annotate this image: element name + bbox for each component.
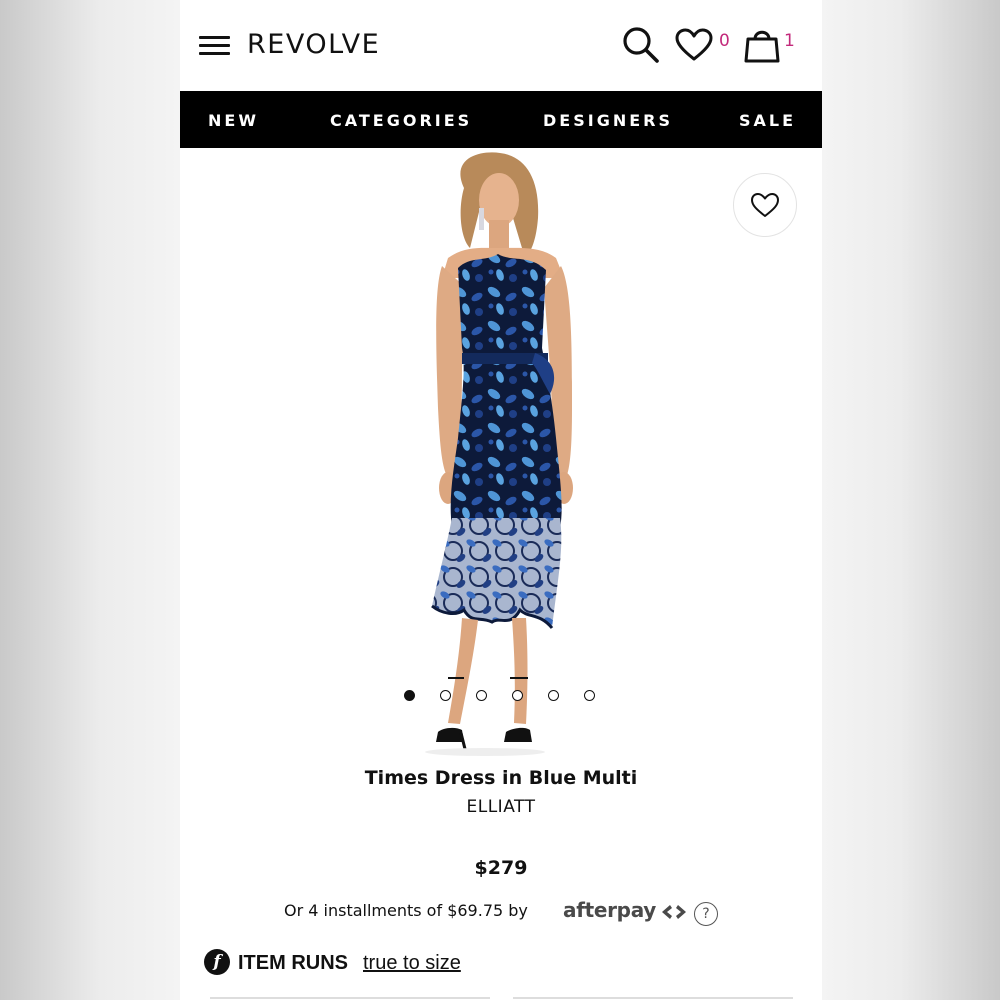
heart-icon[interactable] [675, 28, 713, 62]
product-title: Times Dress in Blue Multi [364, 767, 638, 789]
search-icon[interactable] [622, 26, 660, 64]
divider [210, 997, 490, 999]
image-carousel-dots [404, 690, 604, 704]
nav-item-designers[interactable]: DESIGNERS [543, 111, 673, 130]
carousel-dot[interactable] [512, 690, 523, 701]
afterpay-logo[interactable]: afterpay [563, 898, 656, 922]
mobile-screen: REVOLVE 0 1 NEW CATEGORIES DESIGNERS SAL… [180, 0, 822, 1000]
carousel-dot[interactable] [584, 690, 595, 701]
nav-item-categories[interactable]: CATEGORIES [330, 111, 472, 130]
bag-count-badge: 1 [784, 31, 795, 51]
carousel-dot[interactable] [548, 690, 559, 701]
divider [513, 997, 793, 999]
menu-icon[interactable] [199, 36, 231, 56]
installments-text: Or 4 installments of $69.75 by [284, 901, 528, 920]
fit-info-icon: f [204, 949, 230, 975]
main-nav: NEW CATEGORIES DESIGNERS SALE [180, 91, 822, 148]
fit-label: ITEM RUNS [238, 952, 348, 974]
site-logo[interactable]: REVOLVE [247, 29, 380, 60]
product-price: $279 [474, 857, 528, 879]
nav-item-sale[interactable]: SALE [739, 111, 796, 130]
product-image[interactable] [180, 148, 822, 758]
question-icon[interactable]: ? [694, 902, 718, 926]
carousel-dot[interactable] [404, 690, 415, 701]
carousel-dot[interactable] [476, 690, 487, 701]
afterpay-arrows-icon [660, 903, 688, 926]
heart-icon [751, 193, 779, 217]
wishlist-count-badge: 0 [719, 31, 730, 51]
site-header: REVOLVE 0 1 [180, 0, 822, 91]
add-to-wishlist-button[interactable] [733, 173, 797, 237]
designer-name[interactable]: ELLIATT [180, 797, 822, 817]
nav-item-new[interactable]: NEW [208, 111, 259, 130]
fit-value-link[interactable]: true to size [363, 952, 461, 975]
carousel-dot[interactable] [440, 690, 451, 701]
shopping-bag-icon[interactable] [743, 26, 781, 64]
